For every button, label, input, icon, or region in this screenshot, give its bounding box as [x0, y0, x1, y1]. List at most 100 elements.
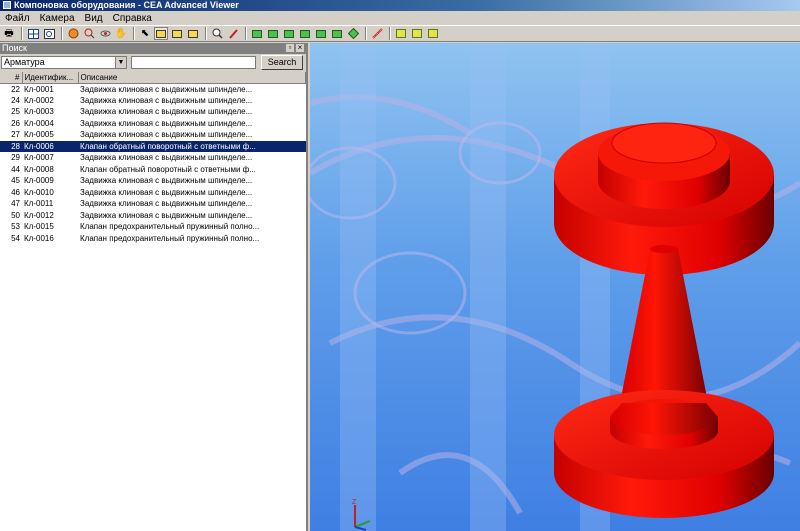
chevron-down-icon[interactable]: ▼: [115, 56, 126, 68]
row-description: Задвижка клиновая с выдвижным шпинделе..…: [80, 199, 253, 209]
table-row[interactable]: 22 Кл-0001 Задвижка клиновая с выдвижным ш…: [0, 83, 306, 95]
row-identifier: Кл-0003: [24, 107, 54, 117]
row-identifier: Кл-0015: [24, 222, 54, 232]
axis-z-label: Z: [352, 499, 357, 506]
table-row[interactable]: 50 Кл-0012 Задвижка клиновая с выдвижным ш…: [0, 210, 306, 222]
row-description: Клапан обратный поворотный с ответными ф…: [78, 140, 306, 152]
view-solid-icon[interactable]: [154, 27, 168, 40]
measure-icon[interactable]: [370, 27, 384, 40]
search-panel: Поиск ▫ × Арматура ▼ Search # Идентифик.…: [0, 43, 308, 531]
row-description: Задвижка клиновая с выдвижным шпинделе..…: [80, 95, 253, 105]
view-shaded-icon[interactable]: [170, 27, 184, 40]
table-row[interactable]: 28 Кл-0006 Клапан обратный поворотный с от…: [0, 140, 306, 152]
table-row[interactable]: 29 Кл-0007 Задвижка клиновая с выдвижным ш…: [0, 152, 306, 164]
toolbar-separator: [389, 27, 391, 40]
layout-icon[interactable]: [26, 27, 40, 40]
close-icon[interactable]: ×: [296, 44, 304, 52]
row-identifier: Кл-0004: [24, 118, 54, 128]
toolbar-separator: [245, 27, 247, 40]
table-row[interactable]: 53 Кл-0015 Клапан предохранительный пружин…: [0, 221, 306, 233]
row-description: Задвижка клиновая с выдвижным шпинделе..…: [80, 153, 253, 163]
toolbar-separator: [365, 27, 367, 40]
table-row[interactable]: 47 Кл-0011 Задвижка клиновая с выдвижным ш…: [0, 198, 306, 210]
pipe-shape: [310, 94, 472, 136]
row-identifier: Кл-0002: [24, 95, 54, 105]
row-number: 28: [0, 140, 22, 152]
row-description: Клапан предохранительный пружинный полно…: [80, 222, 260, 232]
row-description: Задвижка клиновая с выдвижным шпинделе..…: [80, 187, 253, 197]
menu-bar: Файл Камера Вид Справка: [0, 11, 800, 25]
row-identifier: Кл-0009: [24, 176, 54, 186]
menu-help[interactable]: Справка: [108, 13, 157, 24]
view-bottom-icon[interactable]: [330, 27, 344, 40]
toolbar-separator: [133, 27, 135, 40]
pipe-shape: [328, 314, 800, 402]
view-front-icon[interactable]: [250, 27, 264, 40]
search-input[interactable]: [131, 55, 256, 69]
category-select[interactable]: Арматура ▼: [1, 55, 127, 69]
view-iso-icon[interactable]: [346, 27, 360, 40]
column-header-id[interactable]: Идентифик...: [22, 72, 79, 84]
table-row[interactable]: 46 Кл-0010 Задвижка клиновая с выдвижным ш…: [0, 187, 306, 199]
row-identifier: Кл-0007: [24, 153, 54, 163]
row-number: 46: [11, 187, 20, 197]
view-right-icon[interactable]: [298, 27, 312, 40]
3d-scene: [310, 43, 800, 531]
row-number: 27: [11, 130, 20, 140]
axis-triad: Z: [352, 497, 382, 531]
row-identifier: Кл-0005: [24, 130, 54, 140]
table-row[interactable]: 45 Кл-0009 Задвижка клиновая с выдвижным ш…: [0, 175, 306, 187]
view-top-icon[interactable]: [314, 27, 328, 40]
row-number: 26: [11, 118, 20, 128]
table-row[interactable]: 27 Кл-0005 Задвижка клиновая с выдвижным ш…: [0, 129, 306, 141]
menu-camera[interactable]: Камера: [35, 13, 80, 24]
menu-file[interactable]: Файл: [0, 13, 35, 24]
grid-minus-icon[interactable]: [426, 27, 440, 40]
view-wire-icon[interactable]: [186, 27, 200, 40]
row-description: Задвижка клиновая с выдвижным шпинделе..…: [80, 118, 253, 128]
row-identifier: Кл-0016: [24, 233, 54, 243]
pillar-shape: [470, 43, 506, 531]
table-row[interactable]: 54 Кл-0016 Клапан предохранительный пружин…: [0, 233, 306, 245]
grid-plus-icon[interactable]: [410, 27, 424, 40]
select-arrow-icon[interactable]: ⬉: [138, 27, 152, 40]
view-left-icon[interactable]: [282, 27, 296, 40]
category-value: Арматура: [4, 56, 45, 67]
magnify-icon[interactable]: [210, 27, 224, 40]
table-row[interactable]: 44 Кл-0008 Клапан обратный поворотный с от…: [0, 164, 306, 176]
row-description: Задвижка клиновая с выдвижным шпинделе..…: [80, 210, 253, 220]
sphere-icon[interactable]: [66, 27, 80, 40]
row-identifier: Кл-0011: [24, 199, 54, 209]
results-table: # Идентифик... Описание 22 Кл-0001 Задвижк…: [0, 72, 306, 531]
column-header-description[interactable]: Описание: [78, 72, 306, 84]
search-button[interactable]: Search: [261, 54, 303, 70]
table-row[interactable]: 25 Кл-0003 Задвижка клиновая с выдвижным ш…: [0, 106, 306, 118]
pin-icon[interactable]: ▫: [286, 44, 294, 52]
table-header: # Идентифик... Описание: [0, 72, 306, 84]
row-identifier: Кл-0006: [22, 140, 78, 152]
row-description: Клапан обратный поворотный с ответными ф…: [80, 164, 256, 174]
row-identifier: Кл-0012: [24, 210, 54, 220]
menu-view[interactable]: Вид: [80, 13, 108, 24]
row-description: Задвижка клиновая с выдвижным шпинделе..…: [80, 130, 253, 140]
search-panel-title: Поиск: [2, 43, 27, 53]
pan-hand-icon[interactable]: ✋: [114, 27, 128, 40]
pillar-shape: [340, 43, 376, 531]
zoom-target-icon[interactable]: [82, 27, 96, 40]
toolbar-separator: [61, 27, 63, 40]
3d-viewport[interactable]: [310, 43, 800, 531]
row-description: Задвижка клиновая с выдвижным шпинделе..…: [80, 84, 253, 94]
row-number: 29: [11, 153, 20, 163]
row-identifier: Кл-0008: [24, 164, 54, 174]
row-number: 47: [11, 199, 20, 209]
print-icon[interactable]: 🖶: [2, 27, 16, 40]
search-window-icon[interactable]: [42, 27, 56, 40]
orbit-icon[interactable]: [98, 27, 112, 40]
column-header-number[interactable]: #: [0, 72, 23, 84]
table-row[interactable]: 24 Кл-0002 Задвижка клиновая с выдвижным ш…: [0, 95, 306, 107]
table-row[interactable]: 26 Кл-0004 Задвижка клиновая с выдвижным ш…: [0, 118, 306, 130]
pencil-icon[interactable]: [226, 27, 240, 40]
row-number: 25: [11, 107, 20, 117]
view-back-icon[interactable]: [266, 27, 280, 40]
grid-icon[interactable]: [394, 27, 408, 40]
